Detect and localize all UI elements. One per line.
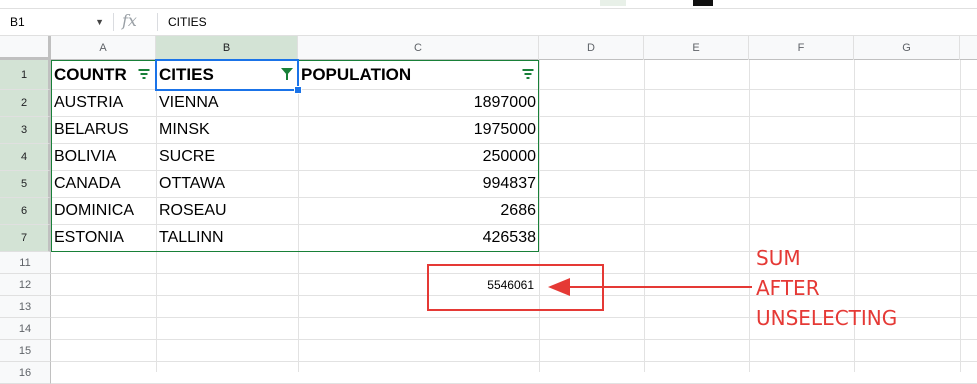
annotation-line: SUM: [756, 246, 801, 270]
column-header-b[interactable]: B: [156, 36, 298, 60]
column-header-g[interactable]: G: [854, 36, 960, 60]
column-header-d[interactable]: D: [539, 36, 644, 60]
header-cell-population[interactable]: POPULATION: [298, 60, 539, 89]
toolbar-remnant: [0, 0, 977, 8]
table-row: [51, 362, 977, 384]
table-row: BELARUS MINSK 1975000: [51, 117, 977, 144]
city-cell[interactable]: MINSK: [156, 117, 298, 143]
header-label: POPULATION: [301, 64, 412, 84]
table-row: CANADA OTTAWA 994837: [51, 171, 977, 198]
city-cell[interactable]: TALLINN: [156, 225, 298, 251]
table-row: COUNTR CITIES POPULATION: [51, 60, 977, 90]
country-cell[interactable]: AUSTRIA: [51, 90, 156, 116]
arrow-icon: [548, 278, 752, 296]
toolbar-highlight: [600, 0, 626, 6]
row-header[interactable]: 3: [0, 117, 51, 144]
filter-icon[interactable]: [138, 69, 150, 79]
row-header[interactable]: 16: [0, 362, 51, 384]
city-cell[interactable]: OTTAWA: [156, 171, 298, 197]
name-box-value: B1: [10, 15, 25, 29]
row-header[interactable]: 4: [0, 144, 51, 171]
text-color-swatch[interactable]: [693, 0, 713, 6]
formula-bar: B1 ▼ fx CITIES: [0, 8, 977, 36]
name-box[interactable]: B1 ▼: [4, 12, 110, 32]
annotation-line: AFTER: [756, 276, 820, 300]
chevron-down-icon[interactable]: ▼: [95, 12, 104, 32]
filter-active-icon[interactable]: [281, 68, 293, 80]
country-cell[interactable]: DOMINICA: [51, 198, 156, 224]
column-header-f[interactable]: F: [749, 36, 854, 60]
population-cell[interactable]: 250000: [298, 144, 539, 170]
divider: [157, 13, 158, 31]
table-row: [51, 340, 977, 362]
table-row: BOLIVIA SUCRE 250000: [51, 144, 977, 171]
fx-icon: fx: [122, 11, 137, 30]
header-label: CITIES: [159, 64, 214, 84]
city-cell[interactable]: SUCRE: [156, 144, 298, 170]
filter-icon[interactable]: [522, 69, 534, 79]
row-header[interactable]: 12: [0, 274, 51, 296]
population-cell[interactable]: 994837: [298, 171, 539, 197]
country-cell[interactable]: BELARUS: [51, 117, 156, 143]
column-header-e[interactable]: E: [644, 36, 749, 60]
city-cell[interactable]: VIENNA: [156, 90, 298, 116]
row-header[interactable]: 14: [0, 318, 51, 340]
header-label: COUNTR: [54, 64, 127, 84]
divider: [113, 13, 114, 31]
formula-input[interactable]: CITIES: [168, 12, 207, 32]
row-header[interactable]: 2: [0, 90, 51, 117]
table-row: AUSTRIA VIENNA 1897000: [51, 90, 977, 117]
row-header[interactable]: 7: [0, 225, 51, 252]
column-header-c[interactable]: C: [298, 36, 539, 60]
select-all-corner[interactable]: [0, 36, 51, 60]
column-header-a[interactable]: A: [51, 36, 156, 60]
population-cell[interactable]: 1897000: [298, 90, 539, 116]
row-header[interactable]: 6: [0, 198, 51, 225]
table-row: DOMINICA ROSEAU 2686: [51, 198, 977, 225]
row-header[interactable]: 5: [0, 171, 51, 198]
row-header[interactable]: 15: [0, 340, 51, 362]
country-cell[interactable]: ESTONIA: [51, 225, 156, 251]
city-cell[interactable]: ROSEAU: [156, 198, 298, 224]
column-header-h[interactable]: [960, 36, 977, 60]
population-cell[interactable]: 1975000: [298, 117, 539, 143]
country-cell[interactable]: BOLIVIA: [51, 144, 156, 170]
population-cell[interactable]: 2686: [298, 198, 539, 224]
row-header[interactable]: 11: [0, 252, 51, 274]
fill-handle[interactable]: [294, 86, 302, 94]
table-row: ESTONIA TALLINN 426538: [51, 225, 977, 252]
country-cell[interactable]: CANADA: [51, 171, 156, 197]
annotation-line: UNSELECTING: [756, 306, 898, 330]
header-cell-cities[interactable]: CITIES: [156, 60, 298, 89]
population-cell[interactable]: 426538: [298, 225, 539, 251]
row-header[interactable]: 1: [0, 60, 51, 90]
row-header[interactable]: 13: [0, 296, 51, 318]
